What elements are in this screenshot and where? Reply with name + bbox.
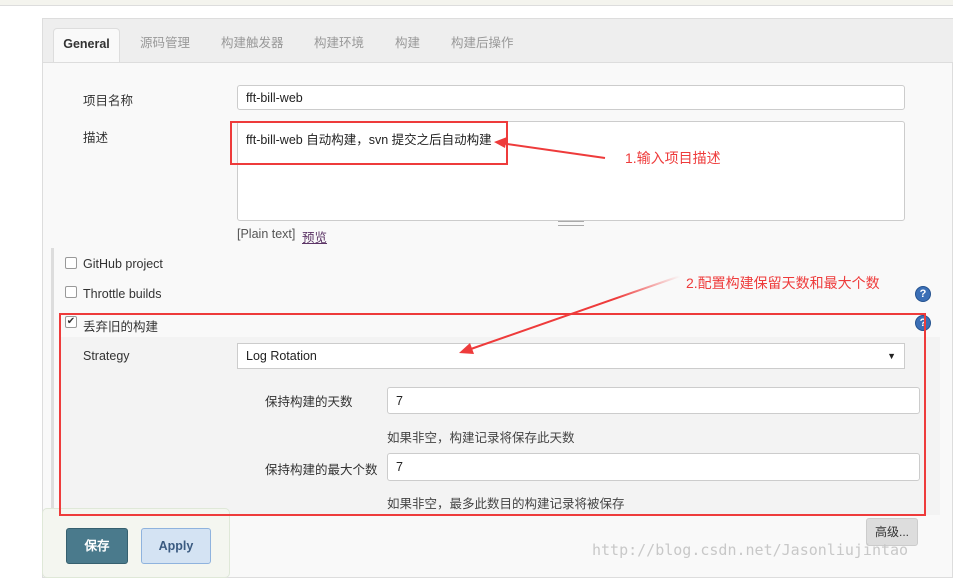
arrow-1 [499, 142, 606, 159]
annotation-note-2: 2.配置构建保留天数和最大个数 [686, 275, 880, 291]
arrow-2 [467, 275, 681, 351]
watermark: http://blog.csdn.net/Jasonliujintao [592, 541, 909, 559]
annotation-note-1: 1.输入项目描述 [625, 150, 721, 166]
arrow-head-2 [459, 343, 474, 354]
arrow-head-1 [494, 137, 507, 148]
